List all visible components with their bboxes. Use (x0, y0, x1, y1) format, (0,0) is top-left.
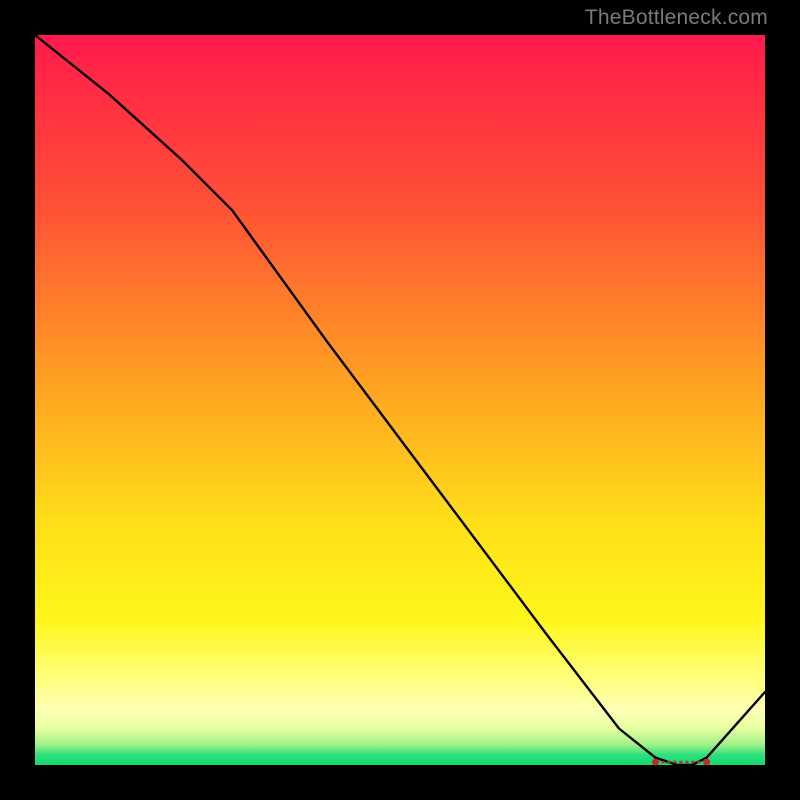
chart-svg (35, 35, 765, 765)
plot-area (35, 35, 765, 765)
chart-frame: TheBottleneck.com (0, 0, 800, 800)
data-line (35, 35, 765, 765)
watermark-text: TheBottleneck.com (585, 6, 768, 30)
